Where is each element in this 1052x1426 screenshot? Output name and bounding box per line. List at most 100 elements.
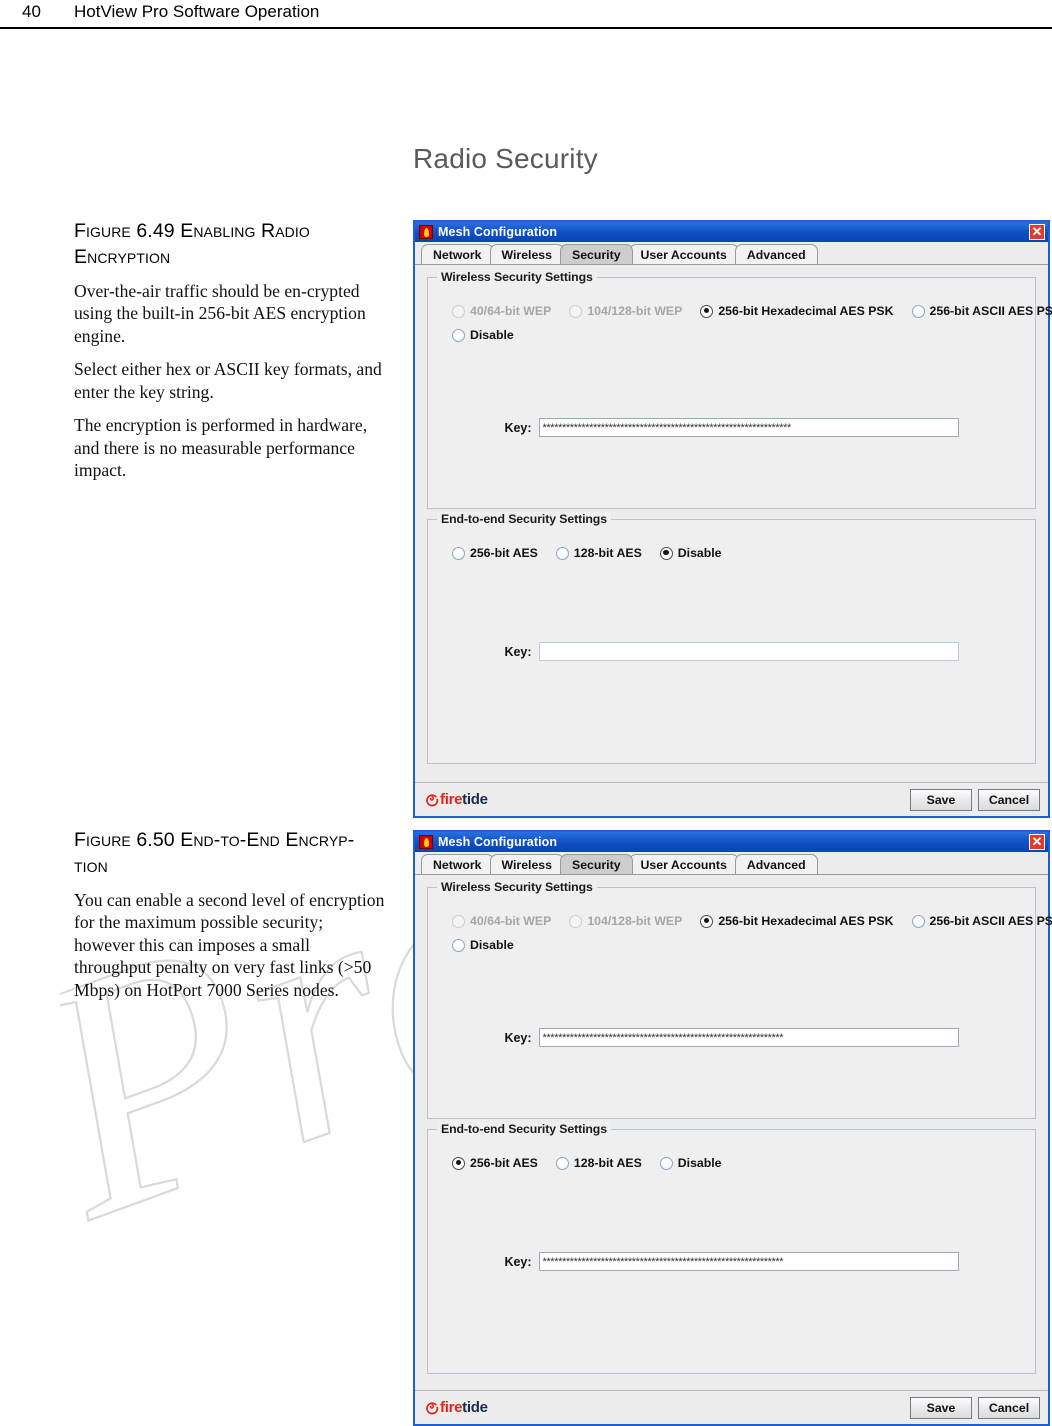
end-to-end-security-settings-group: End-to-end Security Settings 256-bit AES… (427, 512, 1036, 764)
tab-advanced[interactable]: Advanced (734, 854, 818, 874)
dialog-titlebar: Mesh Configuration ✕ (415, 222, 1048, 242)
key-label: Key: (504, 644, 532, 659)
tab-bar: Network Wireless Security User Accounts … (415, 242, 1048, 265)
radio-label: 256-bit ASCII AES PSK (929, 304, 1052, 318)
radio-indicator (452, 546, 465, 560)
running-head-title: HotView Pro Software Operation (74, 2, 320, 21)
radio-indicator (569, 914, 583, 928)
end-to-end-security-settings-group: End-to-end Security Settings 256-bit AES… (427, 1122, 1036, 1374)
tab-user-accounts[interactable]: User Accounts (628, 244, 739, 264)
dialog-title: Mesh Configuration (438, 835, 558, 849)
wireless-key-input[interactable]: ****************************************… (538, 418, 959, 437)
firetide-logo: fire tide (425, 791, 488, 808)
figure-caption-paragraph: Select either hex or ASCII key formats, … (74, 359, 382, 402)
tab-security[interactable]: Security (560, 854, 633, 874)
radio-label: Disable (677, 1156, 722, 1170)
radio-wireless-disable[interactable]: Disable (452, 938, 514, 952)
tab-network[interactable]: Network (421, 854, 494, 874)
radio-indicator (452, 1156, 465, 1170)
radio-label: 128-bit AES (573, 546, 642, 560)
radio-label: 256-bit Hexadecimal AES PSK (718, 304, 894, 318)
page-title: Radio Security (413, 143, 598, 174)
logo-text-fire: fire (440, 1399, 463, 1416)
radio-e2e-aes-128[interactable]: 128-bit AES (555, 546, 642, 560)
tab-wireless[interactable]: Wireless (489, 854, 564, 874)
radio-indicator (700, 914, 714, 928)
cancel-button[interactable]: Cancel (978, 1396, 1040, 1419)
group-title: Wireless Security Settings (437, 270, 597, 284)
logo-text-tide: tide (462, 791, 488, 808)
radio-aes-hex-256[interactable]: 256-bit Hexadecimal AES PSK (700, 914, 894, 928)
tab-security[interactable]: Security (560, 244, 633, 264)
flame-app-icon (419, 835, 433, 849)
e2e-key-row: Key: ***********************************… (442, 1252, 1021, 1271)
e2e-radio-row: 256-bit AES 128-bit AES Disable (452, 546, 1021, 560)
radio-label: 40/64-bit WEP (470, 304, 552, 318)
wireless-security-settings-group: Wireless Security Settings 40/64-bit WEP… (427, 880, 1052, 1119)
radio-label: 256-bit Hexadecimal AES PSK (718, 914, 894, 928)
close-icon[interactable]: ✕ (1029, 224, 1045, 240)
radio-wep-104-128: 104/128-bit WEP (569, 914, 682, 928)
header-rule (0, 27, 1052, 29)
tab-wireless[interactable]: Wireless (489, 244, 564, 264)
tab-user-accounts[interactable]: User Accounts (628, 854, 739, 874)
e2e-key-input[interactable]: ****************************************… (538, 1252, 959, 1271)
figure-caption-paragraph: Over-the-air traffic should be en-crypte… (74, 280, 366, 346)
logo-text-tide: tide (462, 1399, 488, 1416)
radio-wep-104-128: 104/128-bit WEP (569, 304, 682, 318)
page-number: 40 (22, 2, 41, 21)
radio-label: 256-bit ASCII AES PSK (929, 914, 1052, 928)
e2e-key-row: Key: (442, 642, 1021, 661)
radio-indicator (659, 546, 673, 560)
radio-label: 40/64-bit WEP (470, 914, 552, 928)
cancel-button[interactable]: Cancel (978, 788, 1040, 811)
running-head: 40 HotView Pro Software Operation (0, 0, 1052, 34)
wireless-radio-row: 40/64-bit WEP 104/128-bit WEP 256-bit He… (452, 914, 1052, 928)
wireless-key-row: Key: ***********************************… (442, 418, 1021, 437)
key-label: Key: (504, 1030, 532, 1045)
radio-indicator (452, 938, 465, 952)
tab-advanced[interactable]: Advanced (734, 244, 818, 264)
radio-e2e-aes-256[interactable]: 256-bit AES (452, 546, 538, 560)
radio-e2e-aes-256[interactable]: 256-bit AES (452, 1156, 538, 1170)
radio-indicator (555, 546, 569, 560)
radio-indicator (700, 304, 714, 318)
radio-indicator (911, 304, 925, 318)
mesh-configuration-dialog: Mesh Configuration ✕ Network Wireless Se… (413, 830, 1052, 1426)
radio-indicator (452, 304, 465, 318)
e2e-radio-row: 256-bit AES 128-bit AES Disable (452, 1156, 1021, 1170)
radio-e2e-aes-128[interactable]: 128-bit AES (555, 1156, 642, 1170)
close-icon[interactable]: ✕ (1029, 834, 1045, 850)
save-button[interactable]: Save (910, 1396, 972, 1419)
dialog-title: Mesh Configuration (438, 225, 558, 239)
radio-aes-ascii-256[interactable]: 256-bit ASCII AES PSK (911, 914, 1052, 928)
figure-caption-heading: Figure 6.49 Enabling Radio Encryption (74, 220, 310, 269)
radio-label: 104/128-bit WEP (587, 914, 683, 928)
radio-aes-hex-256[interactable]: 256-bit Hexadecimal AES PSK (700, 304, 894, 318)
radio-label: 256-bit AES (470, 546, 538, 560)
radio-wireless-disable[interactable]: Disable (452, 328, 514, 342)
figure-caption-paragraph: You can enable a second level of encrypt… (74, 889, 385, 1000)
group-title: End-to-end Security Settings (437, 512, 611, 526)
radio-e2e-disable[interactable]: Disable (659, 546, 722, 560)
firetide-flame-icon (425, 1401, 439, 1415)
radio-indicator (569, 304, 583, 318)
wireless-radio-row-2: Disable (452, 938, 1021, 952)
wireless-key-row: Key: ***********************************… (442, 1028, 1021, 1047)
flame-app-icon (419, 225, 433, 239)
dialog-footer: fire tide Save Cancel (415, 782, 1048, 816)
dialog-titlebar: Mesh Configuration ✕ (415, 832, 1048, 852)
key-label: Key: (504, 1254, 532, 1269)
firetide-logo: fire tide (425, 1399, 488, 1416)
group-title: Wireless Security Settings (437, 880, 597, 894)
radio-label: 256-bit AES (470, 1156, 538, 1170)
wireless-key-input[interactable]: ****************************************… (538, 1028, 959, 1047)
e2e-key-input[interactable] (538, 642, 959, 661)
radio-e2e-disable[interactable]: Disable (659, 1156, 722, 1170)
radio-indicator (452, 328, 465, 342)
radio-label: 104/128-bit WEP (587, 304, 683, 318)
tab-network[interactable]: Network (421, 244, 494, 264)
radio-aes-ascii-256[interactable]: 256-bit ASCII AES PSK (911, 304, 1052, 318)
save-button[interactable]: Save (910, 788, 972, 811)
figure-caption-heading: Figure 6.50 End-to-End Encryp-tion (74, 829, 355, 878)
